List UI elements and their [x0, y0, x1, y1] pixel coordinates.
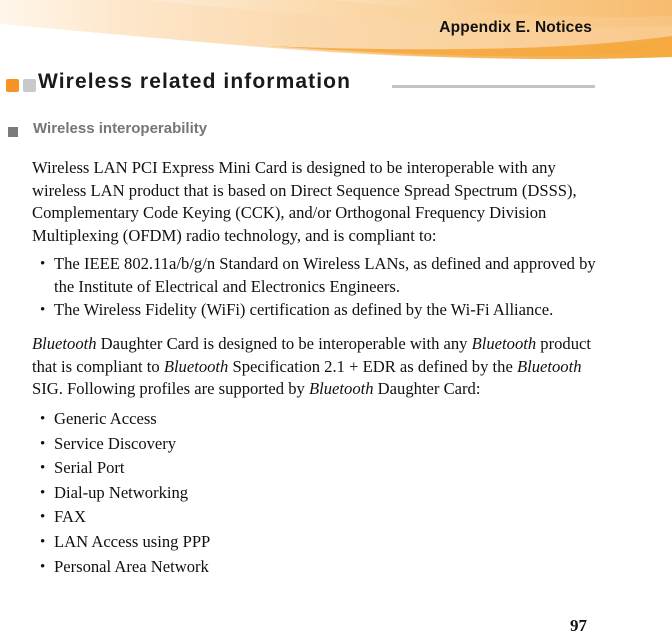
- bluetooth-text: Specification 2.1 + EDR as defined by th…: [228, 356, 517, 376]
- bluetooth-term: Bluetooth: [471, 334, 537, 354]
- page-header-banner: Appendix E. Notices: [0, 0, 672, 62]
- section-title-rule: [392, 85, 595, 88]
- gray-square-marker-icon: [23, 79, 36, 92]
- bluetooth-paragraph: Bluetooth Daughter Card is designed to b…: [32, 333, 598, 401]
- list-item: The IEEE 802.11a/b/g/n Standard on Wirel…: [32, 253, 598, 298]
- bluetooth-term: Bluetooth: [32, 334, 97, 354]
- bluetooth-term: Bluetooth: [516, 356, 582, 376]
- document-body: Wireless LAN PCI Express Mini Card is de…: [32, 157, 598, 579]
- section-title-row: Wireless related information: [0, 70, 672, 104]
- page-number: 97: [570, 616, 587, 635]
- bluetooth-profiles-list: Generic Access Service Discovery Serial …: [32, 407, 598, 579]
- subheading-title: Wireless interoperability: [33, 120, 208, 137]
- list-item: Personal Area Network: [32, 555, 598, 580]
- list-item: Serial Port: [32, 456, 598, 481]
- intro-paragraph: Wireless LAN PCI Express Mini Card is de…: [32, 158, 577, 245]
- list-item: LAN Access using PPP: [32, 530, 598, 555]
- list-item: The Wireless Fidelity (WiFi) certificati…: [32, 299, 598, 322]
- header-title: Appendix E. Notices: [439, 19, 592, 36]
- orange-square-marker-icon: [6, 79, 19, 92]
- bluetooth-term: Bluetooth: [163, 356, 229, 376]
- list-item: Dial-up Networking: [32, 481, 598, 506]
- list-item: FAX: [32, 505, 598, 530]
- standards-list: The IEEE 802.11a/b/g/n Standard on Wirel…: [32, 253, 598, 321]
- bluetooth-text: Daughter Card is designed to be interope…: [96, 334, 472, 354]
- bluetooth-text: Daughter Card:: [373, 379, 481, 399]
- list-item: Generic Access: [32, 407, 598, 432]
- section-title: Wireless related information: [38, 70, 352, 93]
- list-item: Service Discovery: [32, 432, 598, 457]
- square-bullet-icon: [8, 127, 18, 137]
- bluetooth-term: Bluetooth: [309, 379, 374, 399]
- subheading-row: Wireless interoperability: [0, 120, 672, 146]
- bluetooth-text: SIG. Following profiles are supported by: [32, 379, 309, 399]
